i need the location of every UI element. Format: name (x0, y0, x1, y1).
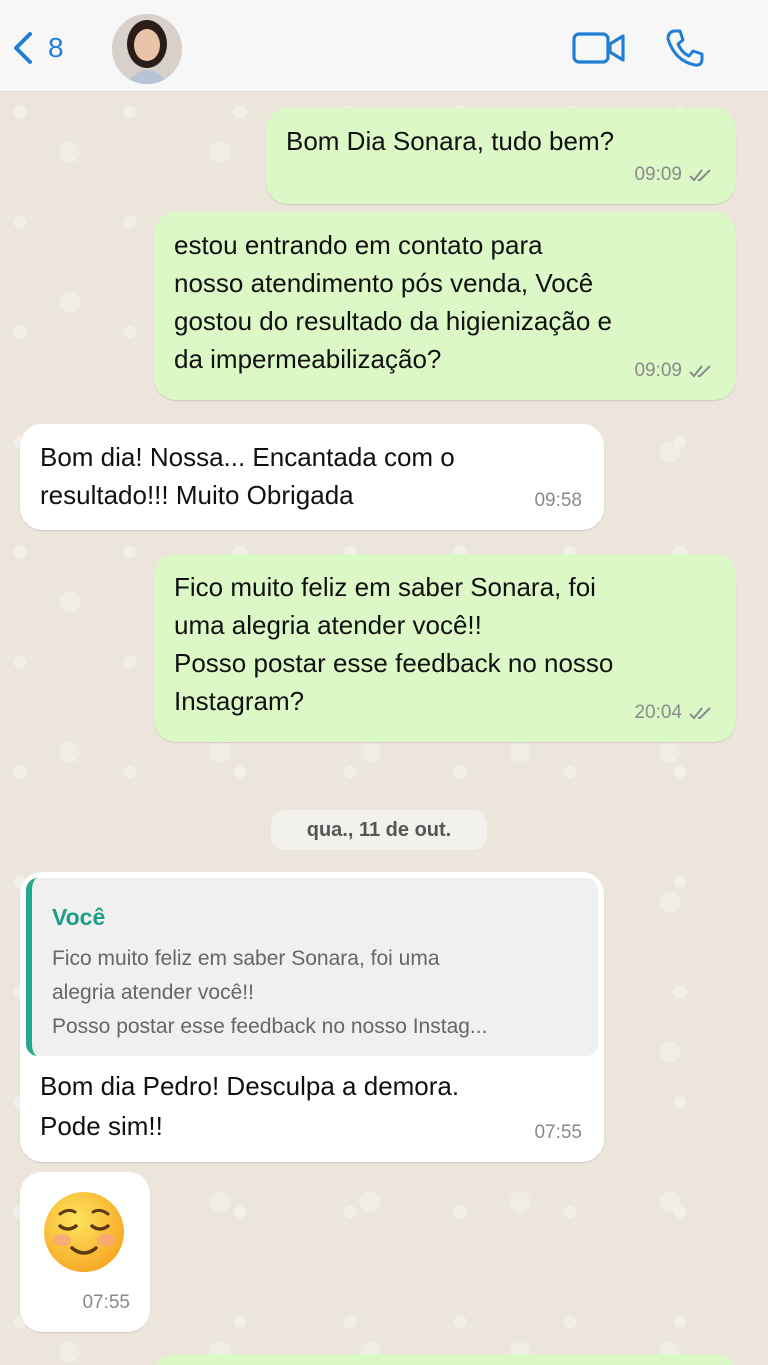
video-call-button[interactable] (572, 26, 626, 70)
avatar-photo (112, 14, 182, 84)
smiling-face-icon (42, 1190, 126, 1274)
message-time: 07:55 (534, 1122, 582, 1143)
avatar[interactable] (112, 14, 182, 84)
message-meta: 09:09 (634, 156, 714, 194)
emoji-message-bubble[interactable]: 07:55 (20, 1172, 150, 1332)
chat-area[interactable]: Bom Dia Sonara, tudo bem? 09:09 estou en… (0, 92, 768, 1365)
message-meta: 20:04 (634, 694, 714, 732)
phone-icon (666, 29, 704, 67)
message-time: 09:09 (634, 360, 682, 381)
message-time: 09:58 (534, 490, 582, 511)
voice-call-button[interactable] (665, 26, 711, 70)
double-check-icon (689, 707, 711, 720)
message-text: Bom dia Pedro! Desculpa a demora. Pode s… (40, 1071, 460, 1141)
message-bubble[interactable]: Bom dia! Nossa... Encantada com o result… (20, 424, 604, 530)
message-text: Bom Dia Sonara, tudo bem? (286, 126, 615, 156)
reply-message-bubble[interactable]: Você Fico muito feliz em saber Sonara, f… (20, 872, 604, 1162)
unread-count: 8 (48, 32, 64, 63)
message-time: 07:55 (82, 1292, 130, 1313)
message-bubble[interactable]: Fico muito feliz em saber Sonara, foi um… (154, 554, 736, 742)
message-text: Bom dia! Nossa... Encantada com o result… (40, 442, 455, 510)
message-meta: 07:55 (82, 1284, 130, 1322)
video-call-icon (572, 32, 625, 64)
message-bubble-partial[interactable] (154, 1354, 736, 1365)
date-separator: qua., 11 de out. (271, 810, 487, 850)
chat-header: 8 (0, 0, 768, 92)
message-bubble[interactable]: estou entrando em contato para nosso ate… (154, 212, 736, 400)
double-check-icon (689, 169, 711, 182)
message-time: 09:09 (634, 164, 682, 185)
message-meta: 07:55 (534, 1114, 582, 1152)
contact-name[interactable] (200, 30, 560, 64)
quote-author: Você (52, 904, 106, 930)
message-meta: 09:09 (634, 352, 714, 390)
message-time: 20:04 (634, 702, 682, 723)
quote-text: Fico muito feliz em saber Sonara, foi um… (52, 947, 488, 1038)
quoted-message[interactable]: Você Fico muito feliz em saber Sonara, f… (26, 878, 598, 1056)
double-check-icon (689, 365, 711, 378)
back-button[interactable]: 8 (10, 28, 64, 68)
message-meta: 09:58 (534, 482, 582, 520)
chevron-left-icon (14, 32, 32, 64)
message-bubble[interactable]: Bom Dia Sonara, tudo bem? 09:09 (266, 108, 736, 204)
